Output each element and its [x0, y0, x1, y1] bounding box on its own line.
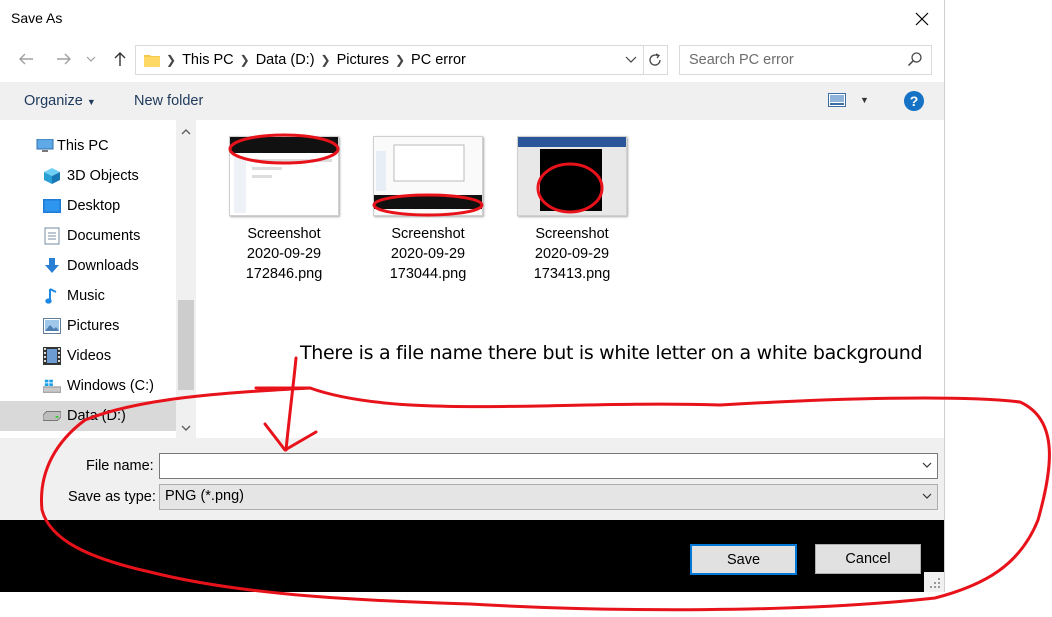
computer-icon	[36, 138, 54, 154]
file-list: Screenshot 2020-09-29 172846.png Screens…	[196, 120, 944, 438]
cancel-button[interactable]: Cancel	[815, 544, 921, 574]
documents-icon	[43, 227, 61, 245]
music-icon	[43, 288, 61, 304]
file-name-field[interactable]	[159, 453, 938, 479]
breadcrumb-pc-error[interactable]: PC error	[411, 52, 466, 68]
back-button[interactable]	[14, 47, 38, 71]
save-type-select[interactable]: PNG (*.png)	[159, 484, 938, 510]
help-icon: ?	[909, 93, 919, 109]
address-row: ❯ This PC ❯ Data (D:) ❯ Pictures ❯ PC er…	[0, 41, 944, 77]
arrow-up-icon	[114, 52, 126, 66]
file-name-line: 2020-09-29	[246, 246, 322, 262]
organize-label: Organize	[24, 93, 83, 109]
caret-down-icon: ▼	[86, 97, 96, 107]
organize-button[interactable]: Organize ▼	[24, 93, 96, 109]
save-button[interactable]: Save	[690, 544, 797, 575]
file-thumbnail	[229, 136, 339, 216]
recent-locations-button[interactable]	[82, 47, 100, 71]
address-bar[interactable]: ❯ This PC ❯ Data (D:) ❯ Pictures ❯ PC er…	[135, 45, 644, 75]
view-icon	[828, 93, 846, 107]
file-name-line: 173044.png	[389, 266, 467, 282]
chevron-right-icon[interactable]: ❯	[321, 53, 331, 67]
chevron-down-icon[interactable]	[921, 458, 933, 472]
nav-item-documents[interactable]: Documents	[0, 221, 176, 251]
new-folder-button[interactable]: New folder	[134, 93, 203, 109]
search-input[interactable]: Search PC error	[679, 45, 932, 75]
search-placeholder: Search PC error	[689, 52, 794, 68]
close-icon	[915, 12, 929, 26]
address-dropdown-button[interactable]	[621, 45, 641, 73]
breadcrumb-data-drive[interactable]: Data (D:)	[256, 52, 315, 68]
video-icon	[43, 347, 61, 365]
button-bar: Save Cancel	[0, 520, 944, 592]
command-toolbar: Organize ▼ New folder ▼ ?	[0, 82, 944, 120]
nav-item-windows-drive[interactable]: Windows (C:)	[0, 371, 176, 401]
caret-down-icon: ▼	[860, 95, 869, 105]
nav-item-music[interactable]: Music	[0, 281, 176, 311]
save-form: File name: Save as type: PNG (*.png)	[0, 438, 944, 520]
navigation-pane: This PC 3D Objects Desktop Documents Dow…	[0, 120, 176, 438]
chevron-down-icon	[86, 56, 96, 62]
scroll-up-button[interactable]	[176, 122, 196, 142]
refresh-button[interactable]	[643, 45, 668, 75]
save-type-value: PNG (*.png)	[165, 488, 244, 504]
window-title: Save As	[11, 10, 63, 26]
chevron-down-icon	[625, 56, 637, 63]
up-button[interactable]	[108, 47, 132, 71]
chevron-down-icon	[922, 493, 932, 499]
nav-item-pictures[interactable]: Pictures	[0, 311, 176, 341]
file-name-line: 2020-09-29	[390, 246, 466, 262]
breadcrumb: ❯ This PC ❯ Data (D:) ❯ Pictures ❯ PC er…	[144, 46, 466, 74]
search-icon	[907, 52, 922, 67]
file-name-line: Screenshot	[247, 226, 321, 242]
file-name-line: Screenshot	[535, 226, 609, 242]
help-button[interactable]: ?	[904, 91, 924, 111]
file-thumbnail	[517, 136, 627, 216]
title-bar: Save As	[0, 0, 944, 38]
chevron-up-icon	[181, 129, 191, 135]
close-button[interactable]	[900, 0, 944, 38]
file-name-line: Screenshot	[391, 226, 465, 242]
nav-item-downloads[interactable]: Downloads	[0, 251, 176, 281]
chevron-right-icon: ❯	[166, 53, 177, 67]
windows-drive-icon	[43, 378, 61, 394]
nav-item-data-drive[interactable]: Data (D:)	[0, 401, 176, 431]
drive-icon	[43, 408, 61, 424]
nav-item-videos[interactable]: Videos	[0, 341, 176, 371]
annotation-text: There is a file name there but is white …	[300, 342, 923, 364]
breadcrumb-this-pc[interactable]: This PC	[182, 52, 234, 68]
breadcrumb-pictures[interactable]: Pictures	[337, 52, 389, 68]
arrow-right-icon	[57, 53, 71, 65]
file-name-line: 173413.png	[533, 266, 611, 282]
pictures-icon	[43, 318, 61, 334]
file-name: Screenshot 2020-09-29 172846.png	[214, 224, 354, 284]
file-name: Screenshot 2020-09-29 173044.png	[358, 224, 498, 284]
scroll-thumb[interactable]	[178, 300, 194, 390]
nav-item-desktop[interactable]: Desktop	[0, 191, 176, 221]
nav-item-this-pc[interactable]: This PC	[0, 131, 176, 161]
resize-grip-icon	[930, 578, 940, 588]
cube-icon	[43, 168, 61, 184]
resize-grip[interactable]	[924, 572, 944, 592]
file-thumbnail	[373, 136, 483, 216]
nav-item-3d-objects[interactable]: 3D Objects	[0, 161, 176, 191]
scroll-down-button[interactable]	[176, 418, 196, 438]
chevron-right-icon[interactable]: ❯	[240, 53, 250, 67]
desktop-icon	[43, 198, 61, 214]
save-type-label: Save as type:	[68, 489, 156, 505]
file-name-line: 2020-09-29	[534, 246, 610, 262]
download-icon	[43, 258, 61, 274]
view-options-button[interactable]: ▼	[828, 93, 869, 107]
refresh-icon	[649, 53, 661, 66]
arrow-left-icon	[19, 53, 33, 65]
navigation-scrollbar[interactable]	[176, 120, 196, 438]
save-as-dialog: Save As ❯ This PC ❯ Data (D:) ❯ Pictures…	[0, 0, 945, 592]
chevron-down-icon	[181, 425, 191, 431]
folder-icon	[144, 55, 160, 67]
file-name-label: File name:	[86, 458, 154, 474]
chevron-right-icon[interactable]: ❯	[395, 53, 405, 67]
forward-button[interactable]	[52, 47, 76, 71]
file-name: Screenshot 2020-09-29 173413.png	[502, 224, 642, 284]
file-name-line: 172846.png	[245, 266, 323, 282]
